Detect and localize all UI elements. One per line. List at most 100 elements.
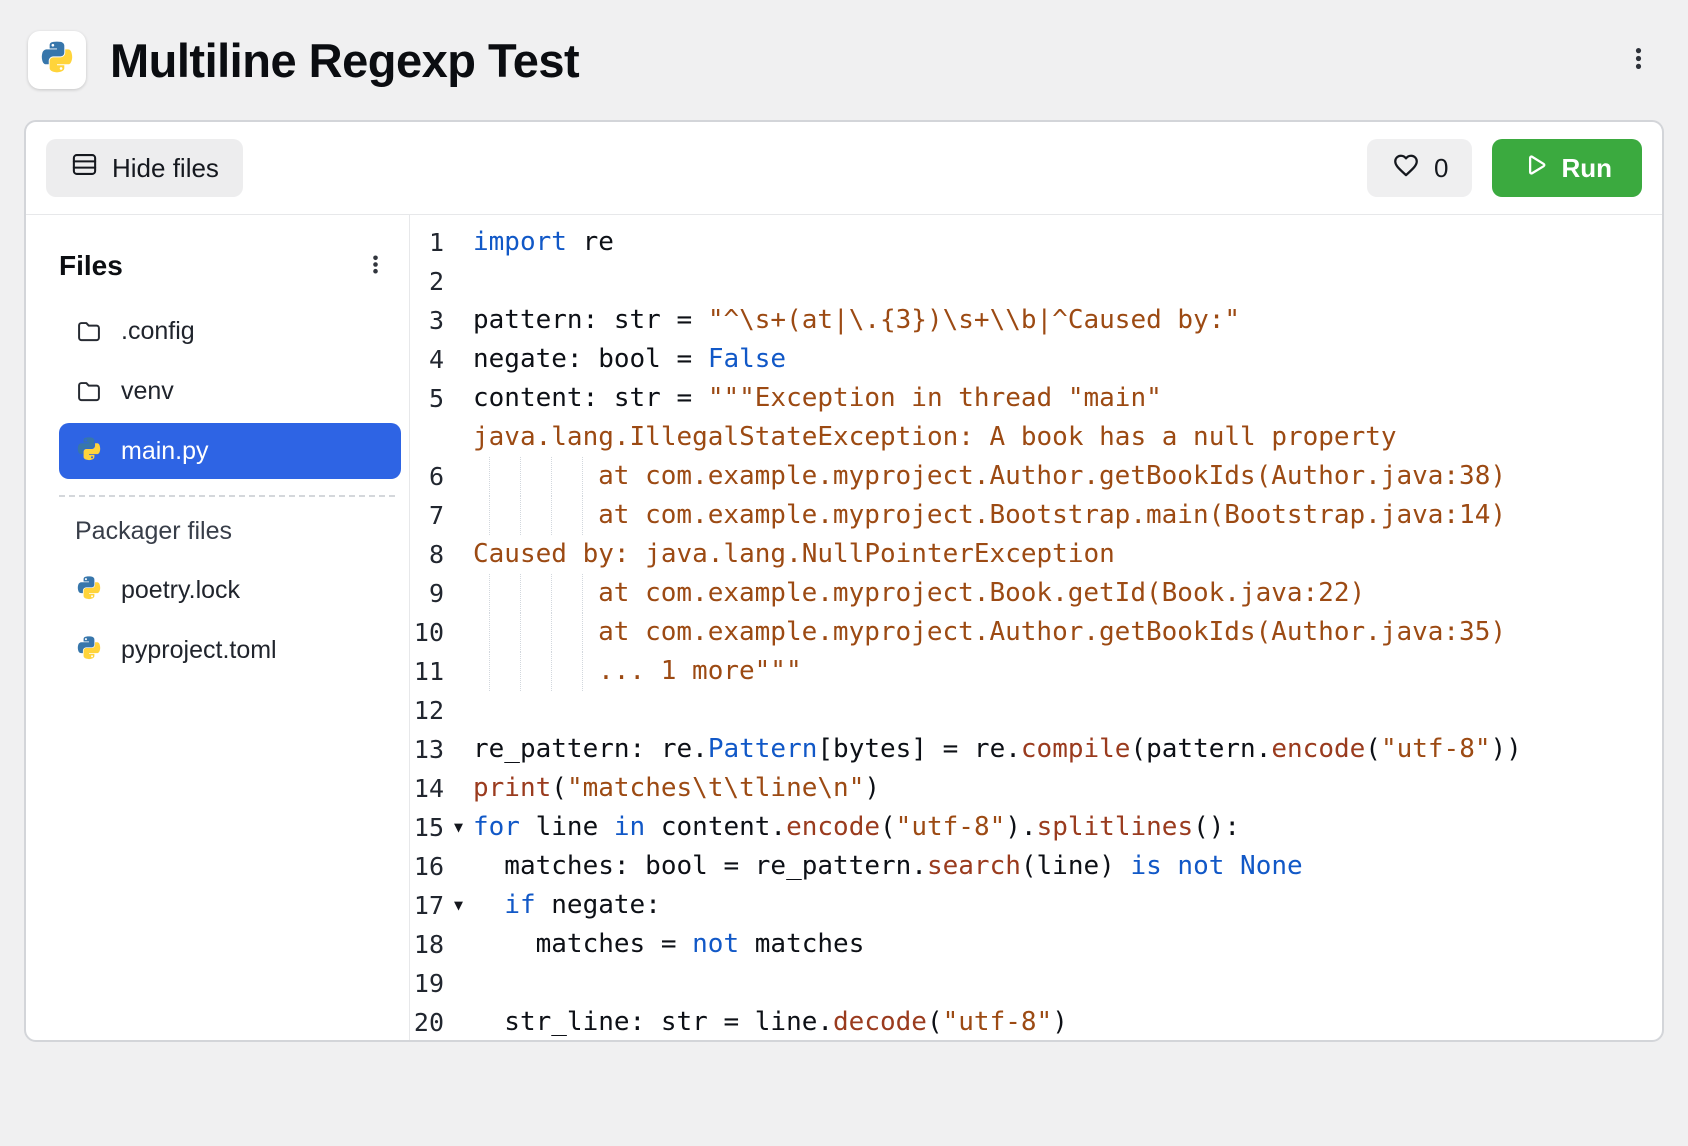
line-number: 16 <box>410 847 444 886</box>
file-item-pyproject-toml[interactable]: pyproject.toml <box>59 622 401 678</box>
code-text: ... 1 more""" <box>473 652 802 691</box>
code-text: at com.example.myproject.Bootstrap.main(… <box>473 496 1506 535</box>
code-row: 13 re_pattern: re.Pattern[bytes] = re.com… <box>410 730 1662 769</box>
indent-guide <box>551 496 567 535</box>
code-text: matches = not matches <box>473 925 864 964</box>
line-number: 8 <box>410 535 444 574</box>
code-row: 14print("matches\t\tline\n") <box>410 769 1662 808</box>
gutter-space <box>444 457 473 496</box>
gutter-space <box>444 769 473 808</box>
line-number: 2 <box>410 262 444 301</box>
code-row: 20 str_line: str = line.decode("utf-8") <box>410 1003 1662 1040</box>
python-logo-icon <box>38 41 76 79</box>
code-text: str_line: str = line.decode("utf-8") <box>473 1003 1068 1040</box>
code-editor[interactable]: 1import re23pattern: str = "^\s+(at|\.{3… <box>410 215 1662 1040</box>
code-text: re_pattern: re.Pattern[bytes] = re.compi… <box>473 730 1522 769</box>
line-number: 4 <box>410 340 444 379</box>
header-menu-button[interactable] <box>1617 37 1660 83</box>
hide-files-label: Hide files <box>112 153 219 184</box>
line-number: 7 <box>410 496 444 535</box>
python-icon <box>75 437 103 465</box>
line-number: 10 <box>410 613 444 652</box>
gutter-space <box>444 574 473 613</box>
indent-guide <box>489 652 505 691</box>
indent-guide <box>520 613 536 652</box>
code-row: 11 ... 1 more""" <box>410 652 1662 691</box>
indent-guide <box>520 652 536 691</box>
line-number: 14 <box>410 769 444 808</box>
indent-guide <box>520 496 536 535</box>
code-text: negate: bool = False <box>473 340 786 379</box>
line-number <box>410 418 444 457</box>
file-item-main-py[interactable]: main.py <box>59 423 401 479</box>
toolbar: Hide files 0 Run <box>26 122 1662 215</box>
code-row: 7 at com.example.myproject.Bootstrap.main… <box>410 496 1662 535</box>
heart-icon <box>1391 150 1421 187</box>
packager-file-list: poetry.lockpyproject.toml <box>59 562 401 678</box>
code-row: 10at com.example.myproject.Author.getBoo… <box>410 613 1662 652</box>
code-lines: 1import re23pattern: str = "^\s+(at|\.{3… <box>410 223 1662 1040</box>
code-row: 2 <box>410 262 1662 301</box>
gutter-space <box>444 1003 473 1040</box>
indent-guide <box>489 496 505 535</box>
code-text: Caused by: java.lang.NullPointerExceptio… <box>473 535 1115 574</box>
gutter-space <box>444 613 473 652</box>
gutter-space <box>444 652 473 691</box>
line-number: 11 <box>410 652 444 691</box>
indent-guide <box>551 652 567 691</box>
code-text: at com.example.myproject.Book.getId(Book… <box>473 574 1365 613</box>
indent-guide <box>489 574 505 613</box>
file-label: venv <box>121 377 174 406</box>
indent-guide <box>551 613 567 652</box>
code-row: 16 matches: bool = re_pattern.search(lin… <box>410 847 1662 886</box>
line-number: 5 <box>410 379 444 418</box>
folder-icon <box>75 377 103 405</box>
like-button[interactable]: 0 <box>1367 139 1472 197</box>
file-label: main.py <box>121 437 209 466</box>
indent-guide <box>489 613 505 652</box>
line-number: 9 <box>410 574 444 613</box>
fold-arrow-icon[interactable]: ▼ <box>444 808 473 847</box>
file-item-venv[interactable]: venv <box>59 363 401 419</box>
packager-files-label: Packager files <box>59 517 401 562</box>
python-icon <box>75 576 103 604</box>
indent-guide <box>520 574 536 613</box>
line-number: 13 <box>410 730 444 769</box>
indent-guide <box>582 496 598 535</box>
hide-files-button[interactable]: Hide files <box>46 139 243 197</box>
code-row: 6at com.example.myproject.Author.getBook… <box>410 457 1662 496</box>
file-item-poetry-lock[interactable]: poetry.lock <box>59 562 401 618</box>
code-row: 12 <box>410 691 1662 730</box>
run-label: Run <box>1561 153 1612 184</box>
indent-guide <box>582 613 598 652</box>
indent-guide <box>551 574 567 613</box>
code-text: matches: bool = re_pattern.search(line) … <box>473 847 1303 886</box>
gutter-space <box>444 496 473 535</box>
line-number: 20 <box>410 1003 444 1040</box>
folder-icon <box>75 317 103 345</box>
code-text: pattern: str = "^\s+(at|\.{3})\s+\\b|^Ca… <box>473 301 1240 340</box>
python-logo <box>28 31 86 89</box>
gutter-space <box>444 223 473 262</box>
file-item--config[interactable]: .config <box>59 303 401 359</box>
gutter-space <box>444 340 473 379</box>
gutter-space <box>444 964 473 1003</box>
file-label: .config <box>121 317 195 346</box>
run-button[interactable]: Run <box>1492 139 1642 197</box>
indent-guide <box>582 652 598 691</box>
gutter-space <box>444 847 473 886</box>
code-row: 17▼ if negate: <box>410 886 1662 925</box>
fold-arrow-icon[interactable]: ▼ <box>444 886 473 925</box>
gutter-space <box>444 301 473 340</box>
line-number: 3 <box>410 301 444 340</box>
gutter-space <box>444 925 473 964</box>
code-text: java.lang.IllegalStateException: A book … <box>473 418 1397 457</box>
code-text: content: str = """Exception in thread "m… <box>473 379 1162 418</box>
gutter-space <box>444 379 473 418</box>
code-row: 18 matches = not matches <box>410 925 1662 964</box>
python-icon <box>75 636 103 664</box>
files-menu-button[interactable] <box>356 245 395 287</box>
app-header: Multiline Regexp Test <box>0 0 1688 120</box>
files-header: Files <box>59 250 123 282</box>
work-area: Files .configvenvmain.py Packager files … <box>26 215 1662 1040</box>
